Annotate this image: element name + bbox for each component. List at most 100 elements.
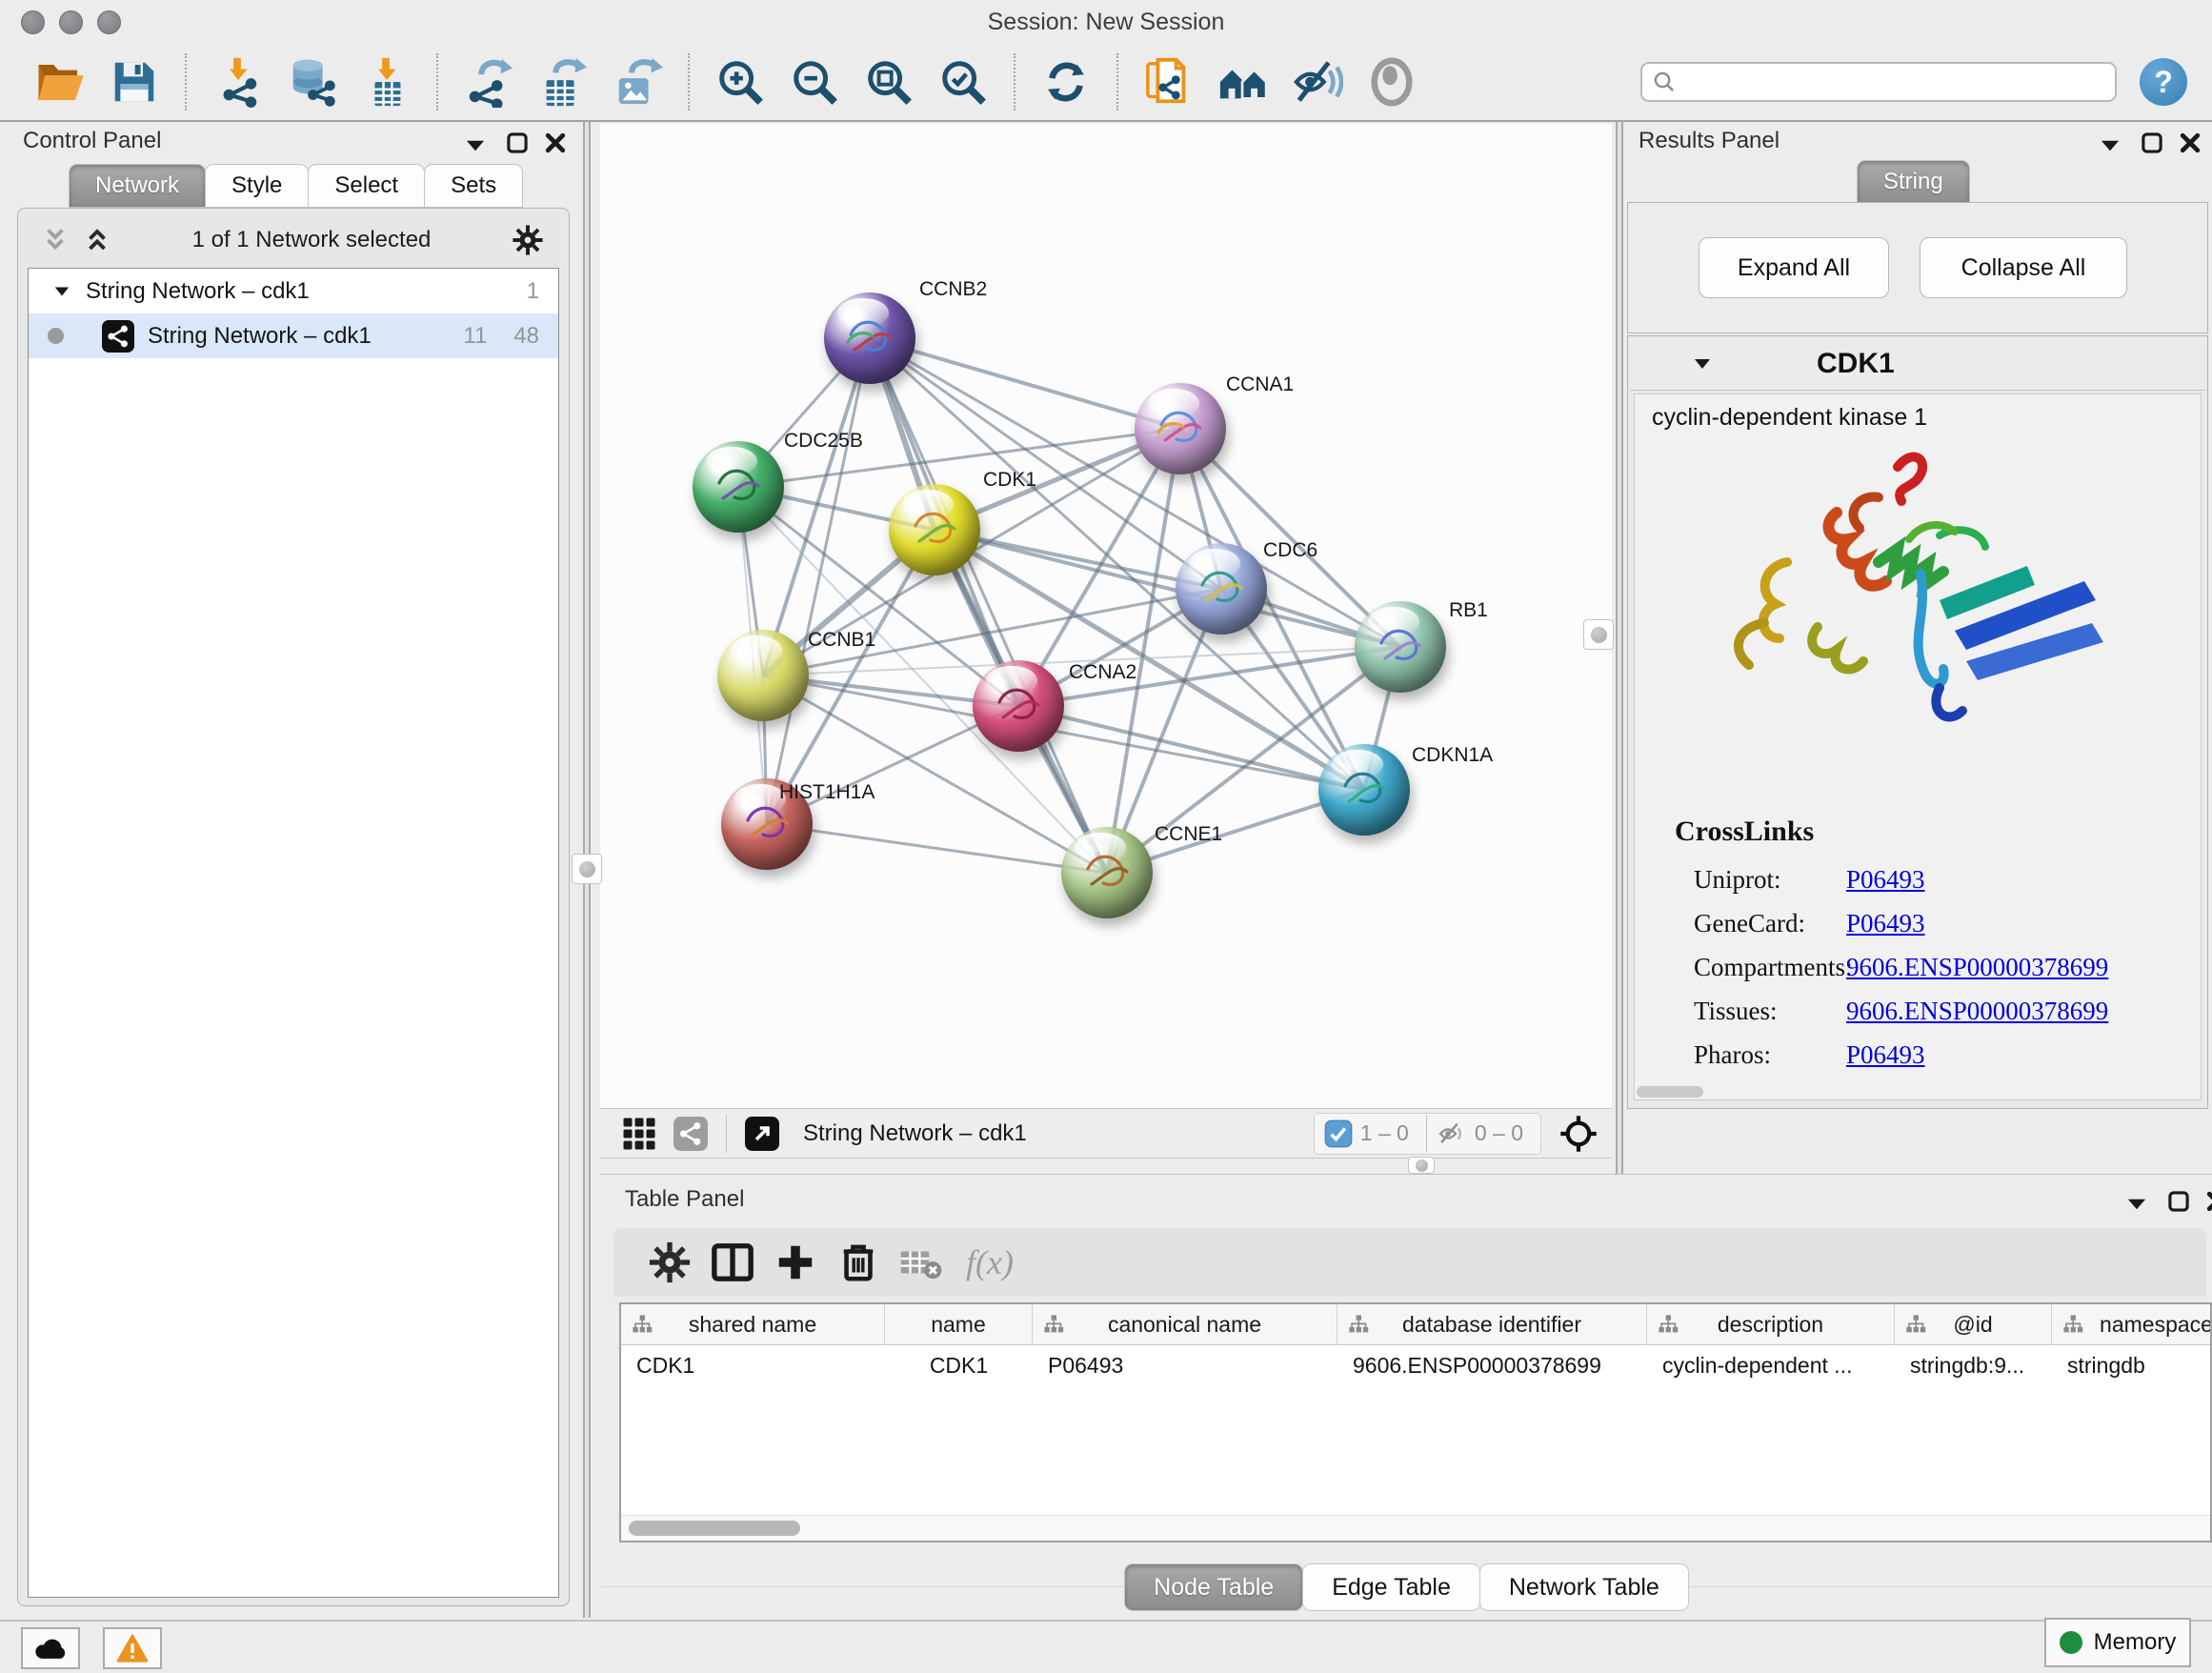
column-header--id[interactable]: @id [1895, 1304, 2052, 1344]
table-cell[interactable]: P06493 [1033, 1345, 1337, 1385]
search-box[interactable] [1640, 62, 2117, 102]
table-cell[interactable]: stringdb [2052, 1345, 2212, 1385]
network-options-gear-icon[interactable] [512, 224, 544, 256]
column-header-shared-name[interactable]: shared name [621, 1304, 885, 1344]
tab-node-table[interactable]: Node Table [1124, 1563, 1303, 1611]
collapse-panel-icon[interactable] [2124, 1192, 2149, 1217]
collapse-panel-icon[interactable] [463, 133, 488, 158]
table-cell[interactable]: CDK1 [621, 1345, 885, 1385]
export-network-icon[interactable] [463, 56, 514, 108]
collapse-all-networks-icon[interactable] [83, 226, 111, 254]
save-session-icon[interactable] [109, 56, 160, 108]
table-cell[interactable]: CDK1 [885, 1345, 1033, 1385]
cloud-button[interactable] [21, 1627, 80, 1669]
split-view-icon[interactable] [711, 1240, 754, 1284]
results-tab-string[interactable]: String [1857, 160, 1970, 204]
column-header-name[interactable]: name [885, 1304, 1033, 1344]
network-node-CCNE1[interactable] [1061, 827, 1153, 918]
close-panel-icon[interactable] [543, 131, 568, 155]
float-panel-icon[interactable] [2166, 1189, 2191, 1214]
section-expander-icon[interactable] [1693, 354, 1712, 373]
column-header-description[interactable]: description [1647, 1304, 1895, 1344]
right-splitter-handle[interactable] [1583, 619, 1614, 650]
right-splitter[interactable] [1616, 122, 1623, 1174]
close-panel-icon[interactable] [2178, 131, 2202, 155]
birds-eye-view-icon[interactable] [1558, 1114, 1599, 1154]
export-table-icon[interactable] [537, 56, 589, 108]
zoom-out-icon[interactable] [789, 56, 840, 108]
tab-network-table[interactable]: Network Table [1479, 1563, 1689, 1611]
network-node-CDC6[interactable] [1176, 543, 1267, 635]
grid-view-icon[interactable] [622, 1117, 656, 1151]
network-node-CDK1[interactable] [889, 484, 980, 575]
delete-table-icon[interactable] [899, 1240, 943, 1284]
help-button[interactable]: ? [2140, 58, 2187, 106]
add-column-icon[interactable] [774, 1240, 817, 1284]
search-input[interactable] [1677, 69, 2115, 95]
bottom-splitter-handle[interactable] [1408, 1157, 1435, 1174]
hide-selected-icon[interactable] [1292, 56, 1343, 108]
refresh-icon[interactable] [1040, 56, 1092, 108]
network-node-CCNA2[interactable] [973, 660, 1064, 752]
expand-all-button[interactable]: Expand All [1699, 237, 1889, 298]
tab-edge-table[interactable]: Edge Table [1302, 1563, 1480, 1611]
crosslink-tissues-[interactable]: 9606.ENSP00000378699 [1846, 997, 2108, 1026]
zoom-fit-icon[interactable] [863, 56, 915, 108]
crosslink-uniprot-[interactable]: P06493 [1846, 865, 1925, 895]
table-cell[interactable]: stringdb:9... [1895, 1345, 2052, 1385]
memory-button[interactable]: Memory [2044, 1618, 2191, 1667]
network-row[interactable]: String Network – cdk1 11 48 [29, 313, 558, 358]
network-collection-row[interactable]: String Network – cdk1 1 [29, 269, 558, 313]
network-node-CCNB1[interactable] [717, 630, 809, 721]
table-cell[interactable]: cyclin-dependent ... [1647, 1345, 1895, 1385]
tab-select[interactable]: Select [308, 164, 425, 208]
open-session-icon[interactable] [34, 56, 86, 108]
open-in-new-window-icon[interactable] [745, 1117, 779, 1151]
network-node-CCNB2[interactable] [824, 292, 915, 384]
node-label-CDC6: CDC6 [1263, 539, 1317, 562]
delete-column-icon[interactable] [836, 1240, 880, 1284]
expand-all-networks-icon[interactable] [41, 226, 70, 254]
collection-expander-icon[interactable] [53, 283, 70, 300]
table-h-scrollbar-thumb[interactable] [629, 1521, 800, 1536]
table-h-scrollbar[interactable] [621, 1515, 2210, 1541]
network-node-CCNA1[interactable] [1135, 383, 1226, 474]
crosslink-genecard-[interactable]: P06493 [1846, 909, 1925, 938]
tab-network[interactable]: Network [69, 164, 206, 208]
close-panel-icon[interactable] [2204, 1189, 2212, 1214]
export-image-icon[interactable] [612, 56, 663, 108]
warning-button[interactable] [103, 1627, 162, 1669]
float-panel-icon[interactable] [2140, 131, 2164, 155]
results-scrollbar-thumb[interactable] [1637, 1086, 1703, 1098]
collapse-panel-icon[interactable] [2098, 133, 2122, 158]
function-builder-button[interactable]: f(x) [966, 1242, 1014, 1282]
column-header-canonical-name[interactable]: canonical name [1033, 1304, 1337, 1344]
selected-checkbox-icon[interactable] [1324, 1119, 1353, 1148]
crosslink-pharos-[interactable]: P06493 [1846, 1040, 1925, 1070]
network-node-CDC25B[interactable] [693, 441, 784, 533]
table-cell[interactable]: 9606.ENSP00000378699 [1337, 1345, 1647, 1385]
import-network-database-icon[interactable] [286, 56, 337, 108]
left-splitter-handle[interactable] [572, 854, 602, 884]
show-graphics-details-icon[interactable] [1366, 56, 1418, 108]
network-node-CDKN1A[interactable] [1318, 744, 1410, 836]
table-settings-gear-icon[interactable] [648, 1240, 692, 1284]
tab-style[interactable]: Style [205, 164, 309, 208]
string-view-icon[interactable] [674, 1117, 708, 1151]
protein-section-header[interactable]: CDK1 [1630, 338, 2205, 391]
zoom-selected-icon[interactable] [937, 56, 989, 108]
network-from-document-icon[interactable] [1143, 56, 1195, 108]
zoom-in-icon[interactable] [714, 56, 766, 108]
import-network-file-icon[interactable] [211, 56, 263, 108]
hidden-eye-icon[interactable] [1437, 1119, 1467, 1149]
first-neighbors-icon[interactable] [1217, 56, 1269, 108]
column-header-database-identifier[interactable]: database identifier [1337, 1304, 1647, 1344]
collapse-all-button[interactable]: Collapse All [1920, 237, 2127, 298]
tab-sets[interactable]: Sets [424, 164, 523, 208]
column-header-namespace[interactable]: namespace [2052, 1304, 2212, 1344]
network-canvas[interactable]: CCNB2CCNA1CDC25BCDK1CDC6RB1CCNB1CCNA2CDK… [600, 124, 1612, 1108]
import-table-file-icon[interactable] [360, 56, 412, 108]
float-panel-icon[interactable] [505, 131, 530, 155]
crosslink-compartments-[interactable]: 9606.ENSP00000378699 [1846, 953, 2108, 982]
network-node-RB1[interactable] [1355, 601, 1446, 693]
